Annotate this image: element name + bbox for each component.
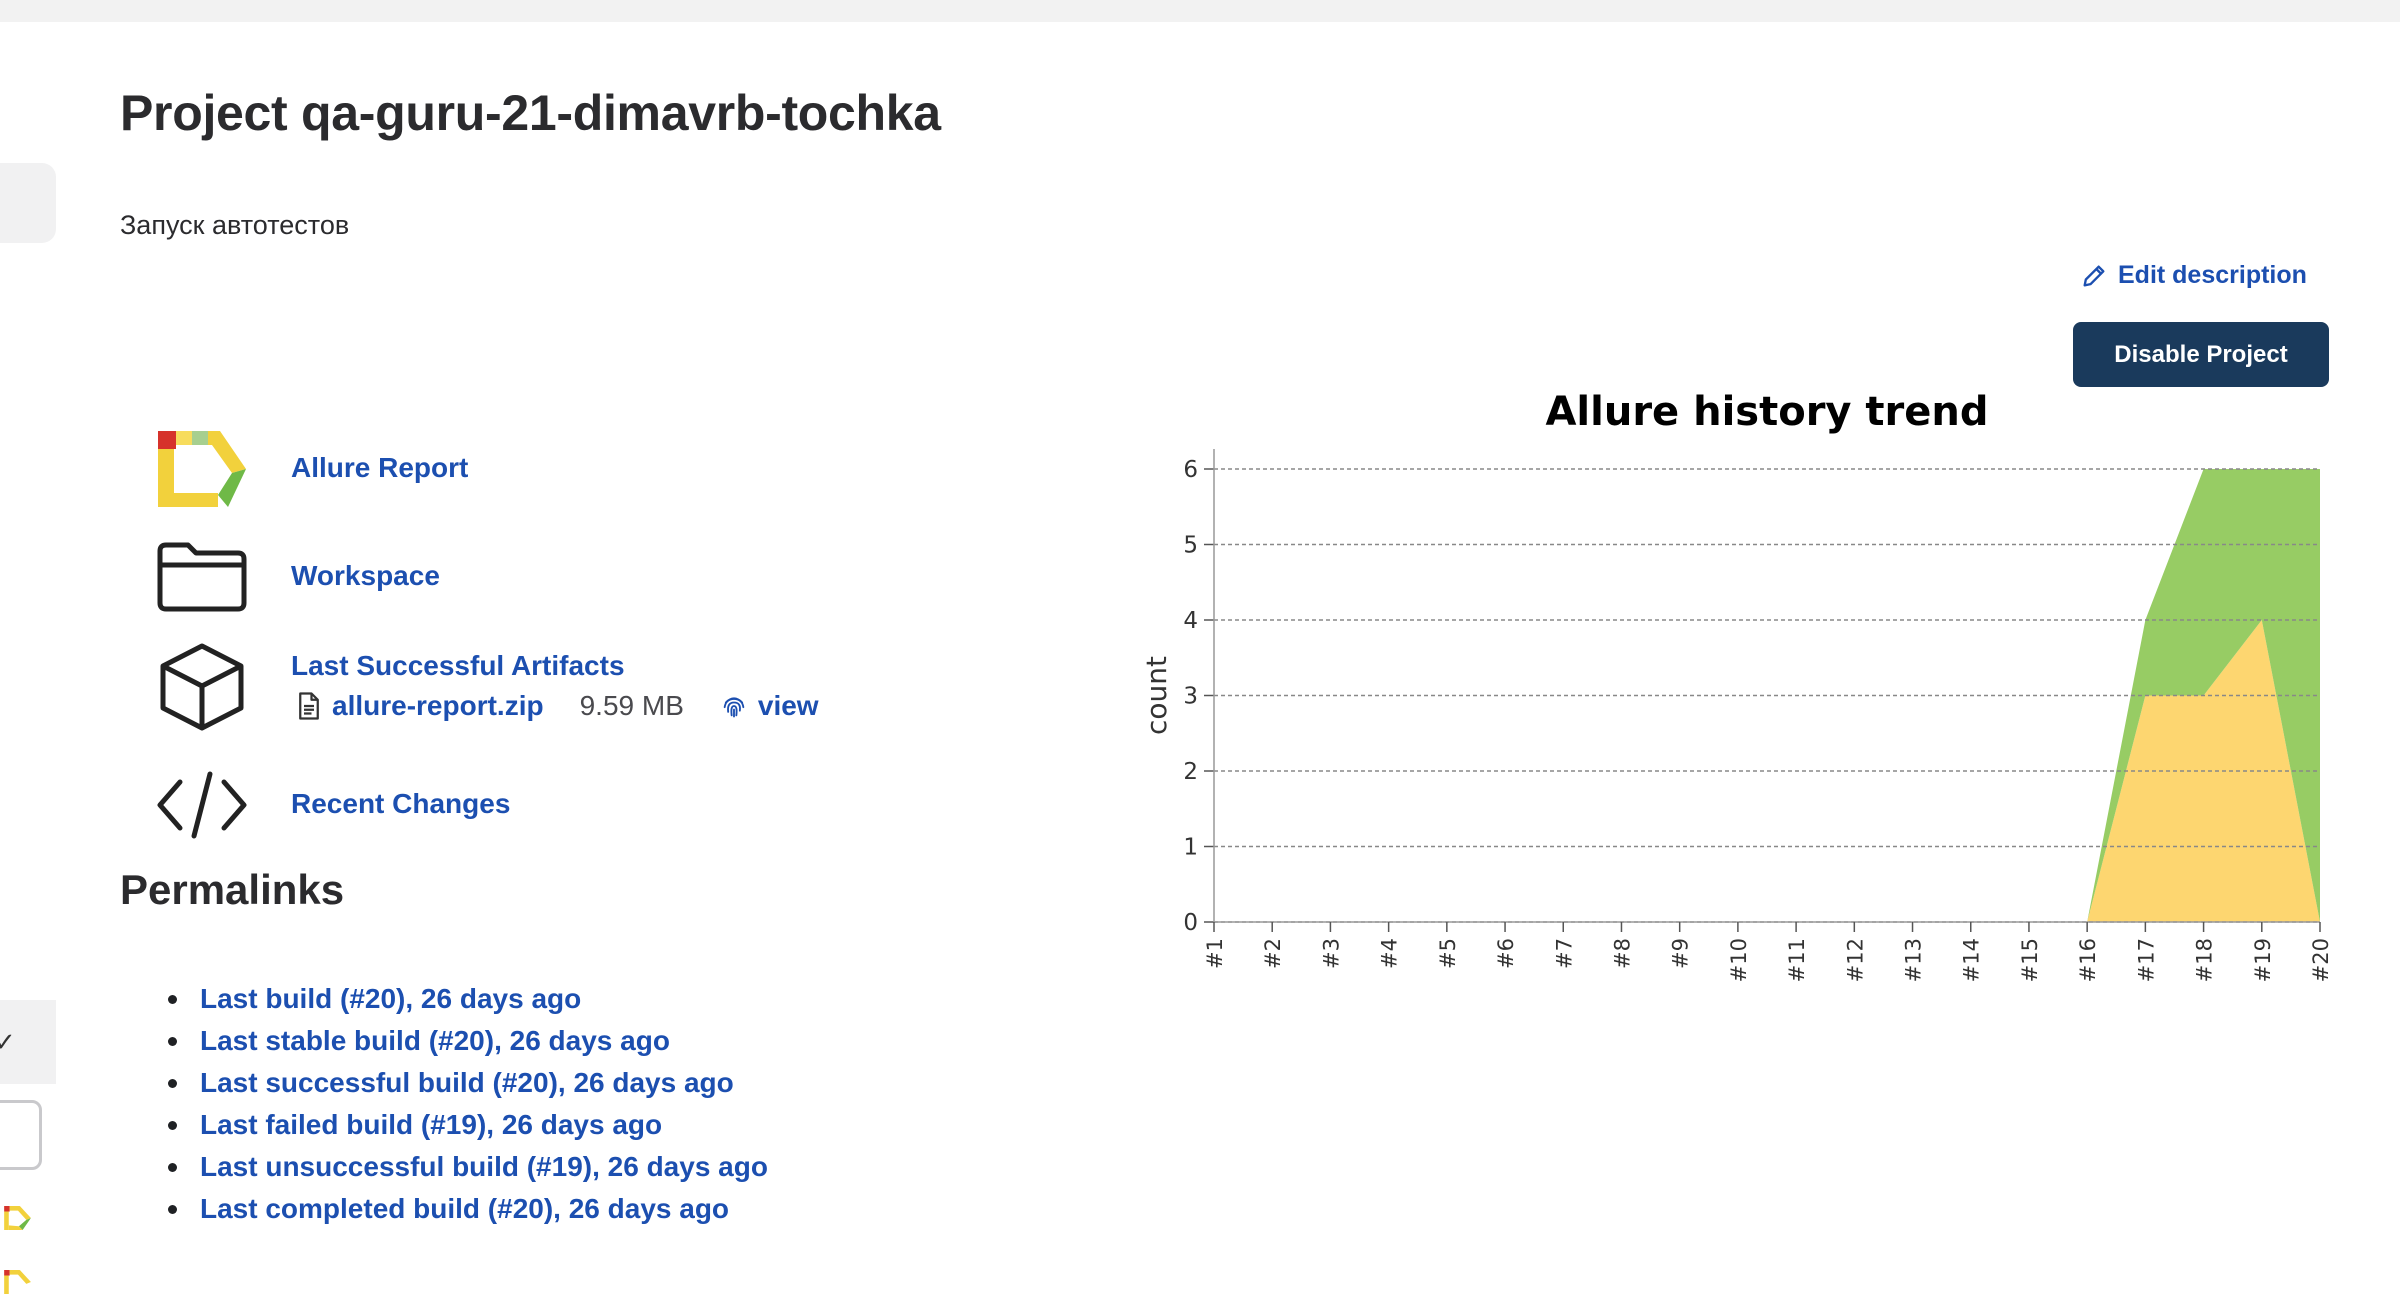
x-tick-label: #2: [1261, 938, 1285, 969]
task-label[interactable]: Workspace: [291, 560, 440, 592]
task-label[interactable]: Allure Report: [291, 452, 468, 484]
pencil-icon: [2083, 265, 2105, 286]
x-tick-label: #19: [2251, 938, 2275, 982]
edit-description-link[interactable]: Edit description: [2080, 261, 2307, 290]
allure-history-trend-chart[interactable]: Allure history trend count 0 1 2 3 4 5 6 #1 #2 #3 #4…: [1130, 375, 2360, 1015]
permalinks-heading: Permalinks: [120, 866, 345, 913]
y-tick-label: 4: [1183, 608, 1198, 634]
code-icon: [155, 758, 249, 852]
sidebar-box[interactable]: [0, 1100, 42, 1170]
sidebar-check-row[interactable]: ✓: [0, 1000, 56, 1084]
edit-description-label: Edit description: [2118, 261, 2307, 289]
x-tick-label: #7: [1552, 938, 1576, 969]
x-tick-label: #12: [1843, 938, 1867, 982]
x-tick-label: #13: [1902, 938, 1926, 982]
x-tick-label: #15: [2018, 938, 2042, 982]
x-tick-label: #20: [2309, 938, 2333, 982]
project-description: Запуск автотестов: [120, 210, 350, 240]
x-tick-label: #10: [1727, 938, 1751, 982]
check-icon: ✓: [0, 1027, 16, 1057]
x-tick-label: #9: [1669, 938, 1693, 969]
allure-icon: [155, 422, 249, 516]
y-tick-label: 2: [1183, 759, 1198, 785]
page-title: Project qa-guru-21-dimavrb-tochka: [120, 85, 941, 141]
file-icon: [299, 692, 319, 720]
permalink-link[interactable]: Last completed build (#20), 26 days ago: [200, 1193, 729, 1224]
permalink-link[interactable]: Last stable build (#20), 26 days ago: [200, 1025, 670, 1056]
x-tick-label: #6: [1494, 938, 1518, 969]
y-tick-label: 0: [1183, 910, 1198, 936]
permalink-link[interactable]: Last failed build (#19), 26 days ago: [200, 1109, 662, 1140]
task-allure-report[interactable]: Allure Report: [155, 422, 468, 516]
top-bar: [0, 0, 2400, 22]
allure-small-icon: [4, 1206, 31, 1230]
artifact-file-link[interactable]: allure-report.zip: [332, 690, 544, 722]
x-tick-label: #11: [1785, 938, 1809, 982]
artifact-view-label: view: [757, 690, 819, 721]
artifact-size: 9.59 MB: [579, 690, 684, 721]
permalink-item: Last successful build (#20), 26 days ago: [160, 1062, 768, 1104]
x-tick-label: #8: [1610, 938, 1634, 969]
task-label[interactable]: Last Successful Artifacts: [291, 650, 625, 682]
y-tick-label: 3: [1183, 684, 1198, 710]
x-tick-label: #18: [2193, 938, 2217, 982]
x-tick-label: #1: [1203, 938, 1227, 969]
artifact-view-link[interactable]: view: [720, 690, 819, 722]
x-tick-label: #14: [1960, 938, 1984, 982]
permalinks-list: Last build (#20), 26 days ago Last stabl…: [160, 978, 768, 1230]
permalink-link[interactable]: Last unsuccessful build (#19), 26 days a…: [200, 1151, 768, 1182]
artifact-row: allure-report.zip 9.59 MB view: [296, 690, 819, 722]
x-tick-label: #5: [1436, 938, 1460, 969]
permalink-link[interactable]: Last build (#20), 26 days ago: [200, 983, 581, 1014]
permalink-item: Last completed build (#20), 26 days ago: [160, 1188, 768, 1230]
y-tick-label: 5: [1183, 533, 1198, 559]
x-tick-label: #4: [1378, 938, 1402, 969]
package-icon: [155, 640, 249, 734]
task-label[interactable]: Recent Changes: [291, 788, 510, 820]
y-tick-label: 1: [1183, 835, 1198, 861]
trend-chart-svg: Allure history trend count 0 1 2 3 4 5 6 #1 #2 #3 #4…: [1140, 389, 2333, 982]
x-tick-label: #17: [2134, 938, 2158, 982]
task-recent-changes[interactable]: Recent Changes: [155, 758, 510, 852]
permalink-item: Last failed build (#19), 26 days ago: [160, 1104, 768, 1146]
x-tick-label: #3: [1319, 938, 1343, 969]
permalink-item: Last build (#20), 26 days ago: [160, 978, 768, 1020]
permalink-link[interactable]: Last successful build (#20), 26 days ago: [200, 1067, 734, 1098]
x-tick-label: #16: [2076, 938, 2100, 982]
allure-small-icon: [4, 1270, 31, 1294]
sidebar-card[interactable]: [0, 163, 56, 243]
y-tick-label: 6: [1183, 457, 1198, 483]
folder-icon: [155, 530, 249, 624]
permalink-item: Last stable build (#20), 26 days ago: [160, 1020, 768, 1062]
permalink-item: Last unsuccessful build (#19), 26 days a…: [160, 1146, 768, 1188]
task-last-successful-artifacts[interactable]: Last Successful Artifacts: [155, 640, 625, 734]
fingerprint-icon: [723, 697, 745, 718]
task-workspace[interactable]: Workspace: [155, 530, 440, 624]
chart-title: Allure history trend: [1545, 389, 1988, 435]
y-axis-label: count: [1140, 656, 1173, 735]
